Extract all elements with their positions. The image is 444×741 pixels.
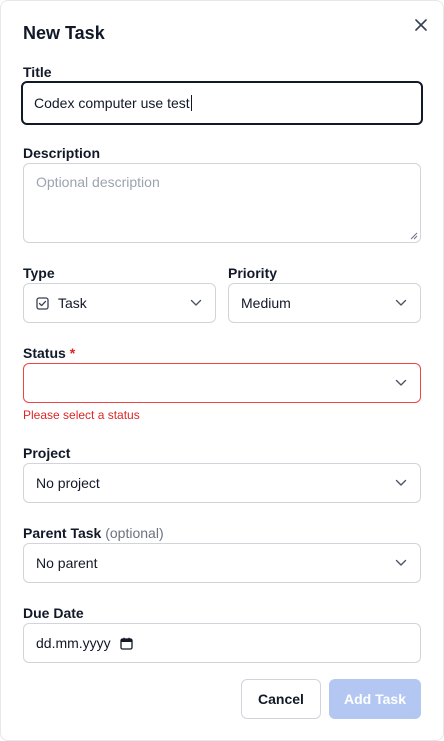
priority-select[interactable]: Medium <box>228 283 421 323</box>
optional-hint: (optional) <box>105 525 164 541</box>
dialog-title: New Task <box>23 23 105 43</box>
priority-label: Priority <box>228 265 278 281</box>
required-marker: * <box>69 345 76 361</box>
type-select[interactable]: Task <box>23 283 216 323</box>
chevron-down-icon <box>394 376 408 390</box>
new-task-dialog: New Task Title Codex computer use test D… <box>0 0 444 741</box>
status-label-text: Status <box>23 345 66 361</box>
description-textarea[interactable]: Optional description <box>23 163 421 243</box>
project-select[interactable]: No project <box>23 463 421 503</box>
checkbox-icon <box>36 296 49 310</box>
close-icon <box>415 19 427 31</box>
text-caret <box>190 95 192 111</box>
priority-select-value: Medium <box>241 295 291 311</box>
project-select-value: No project <box>36 475 100 491</box>
type-select-value: Task <box>58 295 87 311</box>
title-input-value: Codex computer use test <box>34 95 190 111</box>
resize-grip-icon[interactable] <box>410 232 418 240</box>
chevron-down-icon <box>189 296 203 310</box>
due-date-input[interactable]: dd.mm.yyyy <box>23 623 421 663</box>
description-label: Description <box>23 145 101 161</box>
project-label: Project <box>23 445 71 461</box>
calendar-icon[interactable] <box>120 637 133 650</box>
close-button[interactable] <box>410 14 432 36</box>
chevron-down-icon <box>394 476 408 490</box>
parent-task-label-text: Parent Task <box>23 525 102 541</box>
status-label: Status * <box>23 344 75 362</box>
description-placeholder: Optional description <box>36 174 160 190</box>
parent-task-label: Parent Task (optional) <box>23 524 164 542</box>
parent-task-select-value: No parent <box>36 555 98 571</box>
due-date-label: Due Date <box>23 605 84 621</box>
due-date-placeholder: dd.mm.yyyy <box>36 635 111 651</box>
status-select[interactable] <box>23 363 421 403</box>
type-label: Type <box>23 265 55 281</box>
chevron-down-icon <box>394 296 408 310</box>
status-error-message: Please select a status <box>23 408 140 422</box>
chevron-down-icon <box>394 556 408 570</box>
cancel-button[interactable]: Cancel <box>241 679 321 719</box>
add-task-button[interactable]: Add Task <box>329 679 421 719</box>
parent-task-select[interactable]: No parent <box>23 543 421 583</box>
title-input[interactable]: Codex computer use test <box>21 81 423 125</box>
title-label: Title <box>23 64 52 80</box>
